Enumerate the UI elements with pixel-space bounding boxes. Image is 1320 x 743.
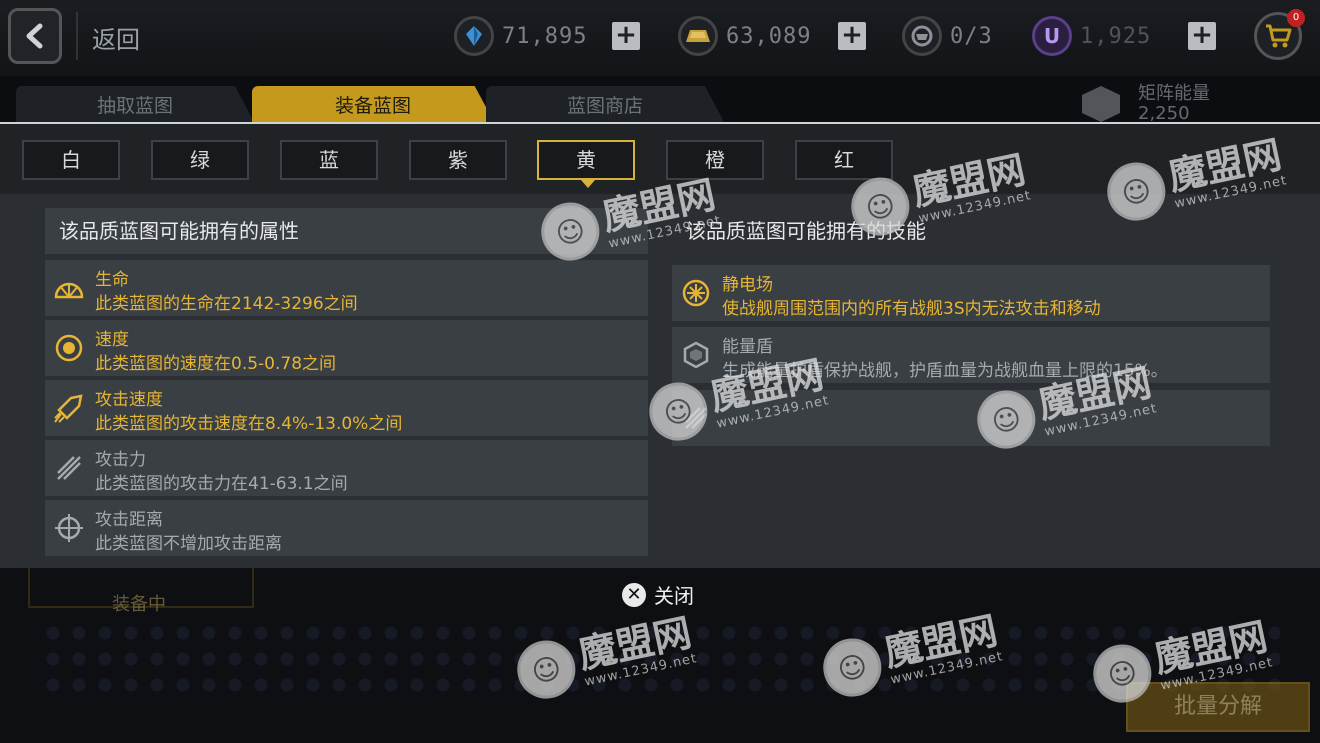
shop-cart-button[interactable]: 0 bbox=[1254, 9, 1305, 60]
rarity-green[interactable]: 绿 bbox=[151, 140, 249, 180]
attribute-row: 攻击力 此类蓝图的攻击力在41-63.1之间 bbox=[45, 440, 648, 496]
attribute-desc: 此类蓝图不增加攻击距离 bbox=[95, 534, 282, 554]
close-icon: ✕ bbox=[622, 582, 646, 607]
u-coin-resource: U 1,925 bbox=[1032, 14, 1151, 58]
attribute-name: 生命 bbox=[95, 270, 129, 290]
rarity-purple[interactable]: 紫 bbox=[409, 140, 507, 180]
attribute-name: 速度 bbox=[95, 330, 129, 350]
rarity-white[interactable]: 白 bbox=[22, 140, 120, 180]
skill-name: 静电场 bbox=[722, 275, 773, 295]
attribute-name: 攻击距离 bbox=[95, 510, 163, 530]
close-label: 关闭 bbox=[654, 584, 694, 608]
attribute-row: 攻击速度 此类蓝图的攻击速度在8.4%-13.0%之间 bbox=[45, 380, 648, 436]
batch-decompose-button[interactable]: 批量分解 bbox=[1126, 682, 1310, 732]
attribute-desc: 此类蓝图的速度在0.5-0.78之间 bbox=[95, 354, 337, 374]
skill-desc: 使战舰周围范围内的所有战舰3S内无法攻击和移动 bbox=[722, 299, 1101, 319]
rarity-orange[interactable]: 橙 bbox=[666, 140, 764, 180]
rarity-yellow[interactable]: 黄 bbox=[537, 140, 635, 188]
skill-row bbox=[672, 390, 1270, 446]
bottom-area: 装备中 ✕ 关闭 批量分解 bbox=[0, 568, 1320, 743]
health-icon bbox=[53, 272, 85, 304]
matrix-energy: 矩阵能量 2,250 bbox=[1082, 84, 1210, 124]
speed-icon bbox=[53, 332, 85, 364]
rarity-red[interactable]: 红 bbox=[795, 140, 893, 180]
skill-row: 静电场 使战舰周围范围内的所有战舰3S内无法攻击和移动 bbox=[672, 265, 1270, 321]
rarity-filter-bar: 白 绿 蓝 紫 黄 橙 红 bbox=[0, 124, 1320, 194]
cart-icon bbox=[1266, 24, 1292, 48]
back-button[interactable] bbox=[8, 8, 62, 64]
cart-badge: 0 bbox=[1287, 9, 1305, 27]
tab-equip-blueprint[interactable]: 装备蓝图 bbox=[252, 86, 494, 122]
back-arrow-icon bbox=[26, 23, 43, 49]
u-coin-icon: U bbox=[1032, 16, 1072, 56]
attribute-row: 生命 此类蓝图的生命在2142-3296之间 bbox=[45, 260, 648, 316]
attribute-desc: 此类蓝图的生命在2142-3296之间 bbox=[95, 294, 358, 314]
crosshair-icon bbox=[53, 512, 85, 544]
equipped-label: 装备中 bbox=[112, 594, 166, 615]
skill-row: 能量盾 生成能量护盾保护战舰，护盾血量为战舰血量上限的15%。 bbox=[672, 327, 1270, 383]
attribute-desc: 此类蓝图的攻击力在41-63.1之间 bbox=[95, 474, 348, 494]
blueprint-grid-background bbox=[40, 620, 1280, 700]
tab-draw-blueprint[interactable]: 抽取蓝图 bbox=[16, 86, 254, 122]
matrix-label: 矩阵能量 bbox=[1138, 83, 1210, 104]
attack-speed-icon bbox=[53, 392, 85, 424]
tab-blueprint-shop[interactable]: 蓝图商店 bbox=[486, 86, 724, 122]
gold-resource: 63,089 bbox=[678, 14, 811, 58]
energy-shield-icon bbox=[680, 339, 712, 371]
attribute-desc: 此类蓝图的攻击速度在8.4%-13.0%之间 bbox=[95, 414, 403, 434]
top-bar: 返回 71,895 + 63,089 + 0/3 U 1,925 + 0 bbox=[0, 0, 1320, 76]
attribute-name: 攻击力 bbox=[95, 450, 146, 470]
gold-bar-icon bbox=[678, 16, 718, 56]
add-crystal-button[interactable]: + bbox=[612, 22, 640, 50]
add-u-coin-button[interactable]: + bbox=[1188, 22, 1216, 50]
gold-value: 63,089 bbox=[726, 23, 812, 49]
attribute-row: 速度 此类蓝图的速度在0.5-0.78之间 bbox=[45, 320, 648, 376]
u-coin-value: 1,925 bbox=[1080, 23, 1152, 49]
blueprint-info-panel: 白 绿 蓝 紫 黄 橙 红 该品质蓝图可能拥有的属性 生命 此类蓝图的生命在21… bbox=[0, 122, 1320, 568]
attribute-row: 攻击距离 此类蓝图不增加攻击距离 bbox=[45, 500, 648, 556]
matrix-cube-icon bbox=[1082, 86, 1120, 122]
add-gold-button[interactable]: + bbox=[838, 22, 866, 50]
stamina-resource: 0/3 bbox=[902, 14, 993, 58]
close-button[interactable]: ✕ 关闭 bbox=[622, 580, 694, 609]
crystal-resource: 71,895 bbox=[454, 14, 587, 58]
back-label[interactable]: 返回 bbox=[92, 20, 140, 55]
attribute-name: 攻击速度 bbox=[95, 390, 163, 410]
skills-title: 该品质蓝图可能拥有的技能 bbox=[686, 219, 926, 243]
attack-power-icon bbox=[53, 452, 85, 484]
speed-boost-icon bbox=[680, 402, 712, 434]
rarity-blue[interactable]: 蓝 bbox=[280, 140, 378, 180]
skill-desc: 生成能量护盾保护战舰，护盾血量为战舰血量上限的15%。 bbox=[722, 361, 1168, 381]
crystal-icon bbox=[454, 16, 494, 56]
skill-name: 能量盾 bbox=[722, 337, 773, 357]
pilot-icon bbox=[902, 16, 942, 56]
divider bbox=[76, 12, 78, 60]
stamina-value: 0/3 bbox=[950, 23, 993, 49]
matrix-value: 2,250 bbox=[1138, 103, 1190, 124]
crystal-value: 71,895 bbox=[502, 23, 588, 49]
attributes-title: 该品质蓝图可能拥有的属性 bbox=[45, 208, 648, 254]
static-field-icon bbox=[680, 277, 712, 309]
